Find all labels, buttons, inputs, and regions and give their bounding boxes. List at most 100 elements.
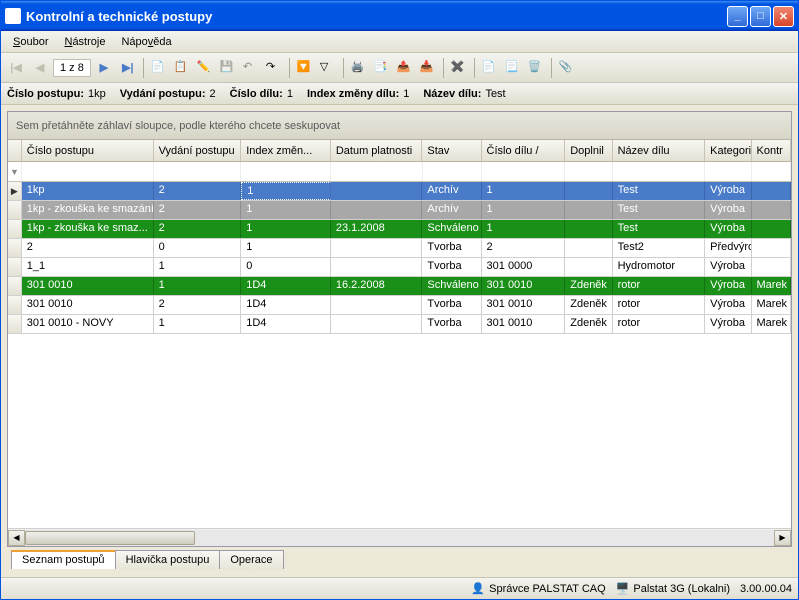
column-header-vydani-postupu[interactable]: Vydání postupu <box>154 140 242 161</box>
table-cell[interactable]: rotor <box>613 277 706 295</box>
table-cell[interactable]: 301 0000 <box>482 258 566 276</box>
table-cell[interactable]: 2 <box>482 239 566 257</box>
copy-button[interactable]: 📑 <box>371 57 393 79</box>
table-cell[interactable]: 2 <box>154 201 242 219</box>
filter-cell[interactable] <box>752 162 791 181</box>
doc2-button[interactable]: 📃 <box>502 57 524 79</box>
table-cell[interactable]: Tvorba <box>422 296 481 314</box>
save-button[interactable]: 💾 <box>217 57 239 79</box>
table-cell[interactable]: 1kp - zkouška ke smazání <box>22 201 154 219</box>
table-row[interactable]: ▶1kp21Archív1TestVýroba <box>8 182 791 201</box>
table-row[interactable]: 301 0010 - NOVY11D4Tvorba301 0010Zdeněkr… <box>8 315 791 334</box>
column-header-kontr[interactable]: Kontr <box>752 140 791 161</box>
scroll-track[interactable] <box>25 530 774 546</box>
group-by-panel[interactable]: Sem přetáhněte záhlaví sloupce, podle kt… <box>8 112 791 140</box>
table-cell[interactable]: Marek <box>752 315 791 333</box>
next-page-button[interactable]: ▶ <box>93 57 115 79</box>
table-cell[interactable]: 301 0010 <box>22 277 154 295</box>
table-cell[interactable]: Marek <box>752 277 791 295</box>
filter-cell[interactable] <box>705 162 751 181</box>
table-row[interactable]: 201Tvorba2Test2Předvýroba <box>8 239 791 258</box>
table-cell[interactable]: Výroba <box>705 220 751 238</box>
column-header-cislo-dilu[interactable]: Číslo dílu / <box>482 140 566 161</box>
column-header-datum-platnosti[interactable]: Datum platnosti <box>331 140 423 161</box>
table-cell[interactable]: 2 <box>154 220 242 238</box>
filter-cell[interactable] <box>565 162 612 181</box>
table-cell[interactable]: Test <box>613 182 706 200</box>
table-cell[interactable] <box>331 296 423 314</box>
table-cell[interactable]: Výroba <box>705 258 751 276</box>
filter-cell[interactable] <box>613 162 706 181</box>
table-cell[interactable]: Výroba <box>705 277 751 295</box>
table-cell[interactable] <box>331 258 423 276</box>
table-cell[interactable] <box>331 201 423 219</box>
table-cell[interactable] <box>565 258 612 276</box>
filter-cell[interactable] <box>22 162 154 181</box>
table-cell[interactable]: Schváleno <box>422 277 481 295</box>
filter-cell[interactable] <box>423 162 482 181</box>
table-cell[interactable]: 1 <box>154 315 242 333</box>
table-cell[interactable]: Tvorba <box>422 258 481 276</box>
table-cell[interactable]: 1 <box>482 182 566 200</box>
table-cell[interactable]: 23.1.2008 <box>331 220 423 238</box>
table-cell[interactable]: Zdeněk <box>565 277 612 295</box>
table-cell[interactable]: Schváleno <box>422 220 481 238</box>
table-cell[interactable]: 1 <box>241 201 331 219</box>
horizontal-scrollbar[interactable]: ◀ ▶ <box>8 528 791 546</box>
table-cell[interactable]: Test <box>613 220 706 238</box>
table-cell[interactable] <box>565 239 612 257</box>
table-cell[interactable] <box>565 182 612 200</box>
table-cell[interactable]: 2 <box>22 239 154 257</box>
column-header-nazev-dilu[interactable]: Název dílu <box>613 140 706 161</box>
column-header-kategorie[interactable]: Kategorie <box>705 140 751 161</box>
tab-seznam-postupu[interactable]: Seznam postupů <box>11 550 116 569</box>
table-row[interactable]: 1kp - zkouška ke smazání21Archív1TestVýr… <box>8 201 791 220</box>
table-cell[interactable]: Výroba <box>705 201 751 219</box>
table-cell[interactable]: 301 0010 <box>482 296 566 314</box>
table-cell[interactable]: 1 <box>241 239 331 257</box>
duplicate-button[interactable]: 📋 <box>171 57 193 79</box>
scroll-right-button[interactable]: ▶ <box>774 530 791 546</box>
table-cell[interactable] <box>752 220 791 238</box>
table-cell[interactable] <box>752 182 791 200</box>
table-cell[interactable] <box>752 201 791 219</box>
table-cell[interactable] <box>752 258 791 276</box>
tab-operace[interactable]: Operace <box>219 550 283 569</box>
table-cell[interactable]: 2 <box>154 182 242 200</box>
table-cell[interactable]: Výroba <box>705 182 751 200</box>
table-cell[interactable]: rotor <box>613 315 706 333</box>
table-cell[interactable]: Zdeněk <box>565 315 612 333</box>
filter-button[interactable]: 🔽 <box>294 57 316 79</box>
undo-button[interactable]: ↶ <box>240 57 262 79</box>
print-button[interactable]: 🖨️ <box>348 57 370 79</box>
table-cell[interactable]: 301 0010 - NOVY <box>22 315 154 333</box>
table-cell[interactable]: 301 0010 <box>482 315 566 333</box>
table-cell[interactable]: Výroba <box>705 296 751 314</box>
minimize-button[interactable]: _ <box>727 6 748 27</box>
table-cell[interactable] <box>752 239 791 257</box>
menu-soubor[interactable]: Soubor <box>5 34 56 50</box>
table-cell[interactable]: rotor <box>613 296 706 314</box>
table-cell[interactable]: 1 <box>482 201 566 219</box>
table-cell[interactable]: 1kp - zkouška ke smaz... <box>22 220 154 238</box>
delete-button[interactable]: ✖️ <box>448 57 470 79</box>
table-cell[interactable]: Výroba <box>705 315 751 333</box>
scroll-thumb[interactable] <box>25 531 195 545</box>
table-cell[interactable]: Předvýroba <box>705 239 751 257</box>
table-cell[interactable]: Test2 <box>613 239 706 257</box>
tab-hlavicka-postupu[interactable]: Hlavička postupu <box>115 550 221 569</box>
filter-cell[interactable] <box>241 162 331 181</box>
table-cell[interactable]: Marek <box>752 296 791 314</box>
import-button[interactable]: 📥 <box>417 57 439 79</box>
filter-cell[interactable] <box>482 162 566 181</box>
table-cell[interactable]: 1_1 <box>22 258 154 276</box>
edit-button[interactable]: ✏️ <box>194 57 216 79</box>
redo-button[interactable]: ↷ <box>263 57 285 79</box>
table-cell[interactable]: 1D4 <box>241 277 331 295</box>
trash-button[interactable]: 🗑️ <box>525 57 547 79</box>
column-header-stav[interactable]: Stav <box>422 140 481 161</box>
table-cell[interactable]: Archív <box>422 201 481 219</box>
table-cell[interactable]: 0 <box>154 239 242 257</box>
table-cell[interactable]: 16.2.2008 <box>331 277 423 295</box>
column-header-doplnil[interactable]: Doplnil <box>565 140 612 161</box>
